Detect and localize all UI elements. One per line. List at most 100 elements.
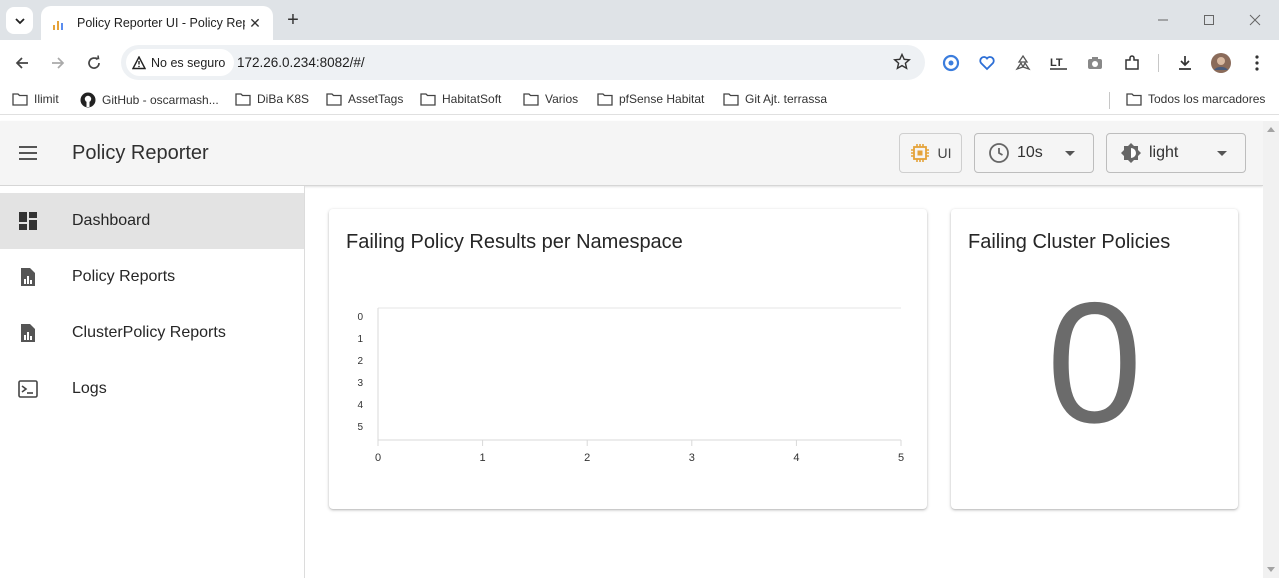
sidebar-item-label: Dashboard	[72, 212, 151, 229]
github-icon	[80, 92, 96, 108]
y-tick-label: 3	[357, 378, 363, 389]
bookmarks-divider	[1109, 92, 1110, 109]
x-tick-label: 2	[584, 452, 590, 464]
bookmark-label: Git Ajt. terrassa	[745, 92, 828, 106]
sidebar-nav: Dashboard Policy Reports ClusterPolicy R…	[0, 186, 305, 578]
folder-icon	[597, 93, 613, 106]
bookmark-item[interactable]: AssetTags	[326, 92, 403, 106]
forward-button[interactable]	[46, 51, 70, 75]
close-window-icon[interactable]	[1245, 10, 1265, 30]
all-bookmarks-label: Todos los marcadores	[1148, 92, 1266, 106]
app-title: Policy Reporter	[72, 142, 209, 164]
extensions-puzzle-icon[interactable]	[1121, 52, 1143, 74]
folder-icon	[235, 93, 251, 106]
back-button[interactable]	[10, 51, 34, 75]
security-chip[interactable]: No es seguro	[126, 49, 235, 76]
url-text[interactable]: 172.26.0.234:8082/#/	[237, 55, 365, 70]
y-tick-label: 2	[357, 356, 363, 367]
reload-icon	[88, 55, 100, 69]
bookmark-item[interactable]: pfSense Habitat	[597, 92, 704, 106]
extension-recycle-icon[interactable]	[1012, 52, 1034, 74]
camera-icon[interactable]	[1084, 52, 1106, 74]
bookmark-label: GitHub - oscarmash...	[102, 93, 219, 107]
all-bookmarks-button[interactable]: Todos los marcadores	[1126, 92, 1265, 106]
download-icon[interactable]	[1174, 52, 1196, 74]
caret-down-icon	[1217, 151, 1227, 156]
sidebar-item-dashboard[interactable]: Dashboard	[0, 193, 304, 249]
bookmark-item[interactable]: DiBa K8S	[235, 92, 309, 106]
maximize-icon[interactable]	[1199, 10, 1219, 30]
bookmark-item[interactable]: HabitatSoft	[420, 92, 501, 106]
hamburger-menu-icon[interactable]	[16, 141, 40, 165]
scroll-up-icon[interactable]	[1267, 127, 1275, 132]
minimize-icon[interactable]	[1153, 10, 1173, 30]
y-tick-label: 4	[357, 400, 363, 411]
browser-menu-icon[interactable]	[1246, 52, 1268, 74]
bookmarks-bar: Ilimit GitHub - oscarmash... DiBa K8S As…	[0, 86, 1279, 115]
ui-button[interactable]: UI	[899, 133, 962, 173]
y-tick-label: 0	[357, 312, 363, 323]
failing-cluster-count: 0	[1046, 267, 1143, 459]
arrow-left-icon	[15, 57, 28, 69]
clock-icon	[989, 143, 1009, 163]
sidebar-item-logs[interactable]: Logs	[0, 361, 304, 417]
new-tab-button[interactable]: +	[282, 9, 304, 31]
bookmark-label: DiBa K8S	[257, 92, 310, 106]
browser-tab-active[interactable]: Policy Reporter UI - Policy Repo ✕	[41, 6, 273, 40]
x-tick-label: 0	[375, 452, 381, 464]
app-bar: Policy Reporter UI 10s light	[0, 121, 1263, 186]
namespace-bar-chart: 0 1 2 3 4 5 0 1 2 3 4 5	[357, 307, 904, 464]
theme-value: light	[1149, 144, 1179, 161]
failing-namespace-card: Failing Policy Results per Namespace 012…	[329, 209, 927, 509]
extension-refresh-icon[interactable]	[940, 52, 962, 74]
bookmark-label: AssetTags	[348, 92, 404, 106]
close-tab-icon[interactable]: ✕	[246, 14, 264, 32]
browser-tabstrip: Policy Reporter UI - Policy Repo ✕ +	[0, 0, 1279, 40]
profile-avatar[interactable]	[1210, 52, 1232, 74]
address-bar[interactable]: No es seguro 172.26.0.234:8082/#/	[121, 45, 925, 80]
folder-icon	[326, 93, 342, 106]
bookmark-label: Varios	[545, 92, 579, 106]
y-tick-label: 5	[357, 422, 363, 433]
scroll-down-icon[interactable]	[1267, 567, 1275, 572]
tab-title: Policy Reporter UI - Policy Repo	[77, 16, 245, 30]
chart-favicon-icon	[53, 16, 67, 30]
brightness-icon	[1121, 143, 1141, 163]
x-tick-label: 5	[898, 452, 904, 464]
failing-cluster-card: Failing Cluster Policies 0	[951, 209, 1238, 509]
bookmark-item[interactable]: Git Ajt. terrassa	[723, 92, 827, 106]
extension-heart-icon[interactable]	[976, 52, 998, 74]
folder-icon	[420, 93, 436, 106]
arrow-right-icon	[52, 57, 65, 69]
bookmark-label: HabitatSoft	[442, 92, 502, 106]
bookmark-item[interactable]: GitHub - oscarmash...	[80, 92, 219, 108]
security-label: No es seguro	[151, 55, 226, 70]
folder-icon	[723, 93, 739, 106]
x-tick-label: 1	[480, 452, 486, 464]
x-tick-label: 3	[689, 452, 695, 464]
refresh-interval-value: 10s	[1017, 144, 1043, 161]
refresh-interval-select[interactable]: 10s	[974, 133, 1094, 173]
folder-icon	[523, 93, 539, 106]
caret-down-icon	[1065, 151, 1075, 156]
theme-select[interactable]: light	[1106, 133, 1246, 173]
sidebar-item-clusterpolicy-reports[interactable]: ClusterPolicy Reports	[0, 305, 304, 361]
bookmark-star-icon[interactable]	[893, 53, 911, 71]
tab-search-button[interactable]	[6, 7, 33, 34]
bookmark-item[interactable]: Varios	[523, 92, 578, 106]
reload-button[interactable]	[82, 51, 106, 75]
toolbar-divider	[1158, 54, 1159, 72]
bookmark-label: Ilimit	[34, 92, 59, 106]
cluster-card-title: Failing Cluster Policies	[968, 231, 1171, 253]
x-tick-label: 4	[793, 452, 799, 464]
report-icon	[18, 323, 38, 343]
sidebar-item-policy-reports[interactable]: Policy Reports	[0, 249, 304, 305]
bookmark-item[interactable]: Ilimit	[12, 92, 59, 106]
browser-toolbar: No es seguro 172.26.0.234:8082/#/ LT	[0, 40, 1279, 86]
sidebar-item-label: Policy Reports	[72, 268, 176, 285]
report-icon	[18, 267, 38, 287]
extension-lt-icon[interactable]: LT	[1048, 52, 1070, 74]
terminal-icon	[18, 379, 38, 399]
sidebar-item-label: ClusterPolicy Reports	[72, 324, 226, 341]
page-scrollbar[interactable]	[1263, 121, 1279, 578]
